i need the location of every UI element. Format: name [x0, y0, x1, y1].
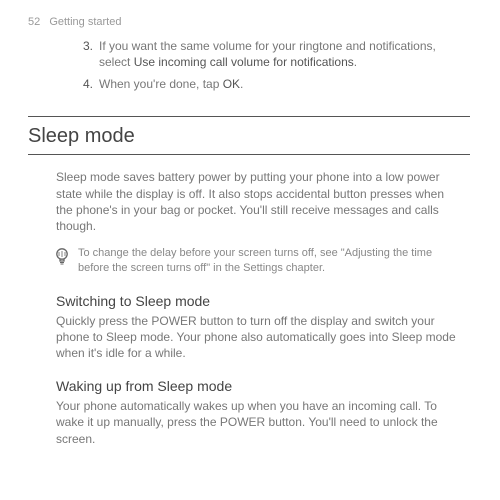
subheading: Waking up from Sleep mode: [56, 377, 470, 396]
text-segment: .: [240, 77, 243, 91]
section-rule: [28, 116, 470, 117]
bold-text: Use incoming call volume for notificatio…: [134, 55, 354, 69]
bold-text: OK: [223, 77, 240, 91]
list-text: When you're done, tap OK.: [99, 76, 243, 92]
page-number: 52: [28, 16, 40, 28]
tip-text: To change the delay before your screen t…: [78, 246, 462, 276]
tip-block: To change the delay before your screen t…: [54, 246, 462, 276]
list-number: 4.: [83, 76, 99, 92]
sub-body-text: Quickly press the POWER button to turn o…: [56, 313, 462, 362]
subheading: Switching to Sleep mode: [56, 292, 470, 311]
list-item: 4. When you're done, tap OK.: [83, 76, 460, 92]
page-header: 52 Getting started: [28, 15, 470, 30]
text-segment: .: [354, 55, 357, 69]
chapter-name: Getting started: [49, 16, 121, 28]
text-segment: When you're done, tap: [99, 77, 223, 91]
lightbulb-icon: [54, 246, 70, 270]
sub-body-text: Your phone automatically wakes up when y…: [56, 398, 462, 447]
instruction-list: 3. If you want the same volume for your …: [83, 38, 460, 93]
list-number: 3.: [83, 38, 99, 70]
section-rule: [28, 154, 470, 155]
list-text: If you want the same volume for your rin…: [99, 38, 460, 70]
list-item: 3. If you want the same volume for your …: [83, 38, 460, 70]
section-intro: Sleep mode saves battery power by puttin…: [56, 169, 462, 234]
section-title: Sleep mode: [28, 123, 470, 150]
